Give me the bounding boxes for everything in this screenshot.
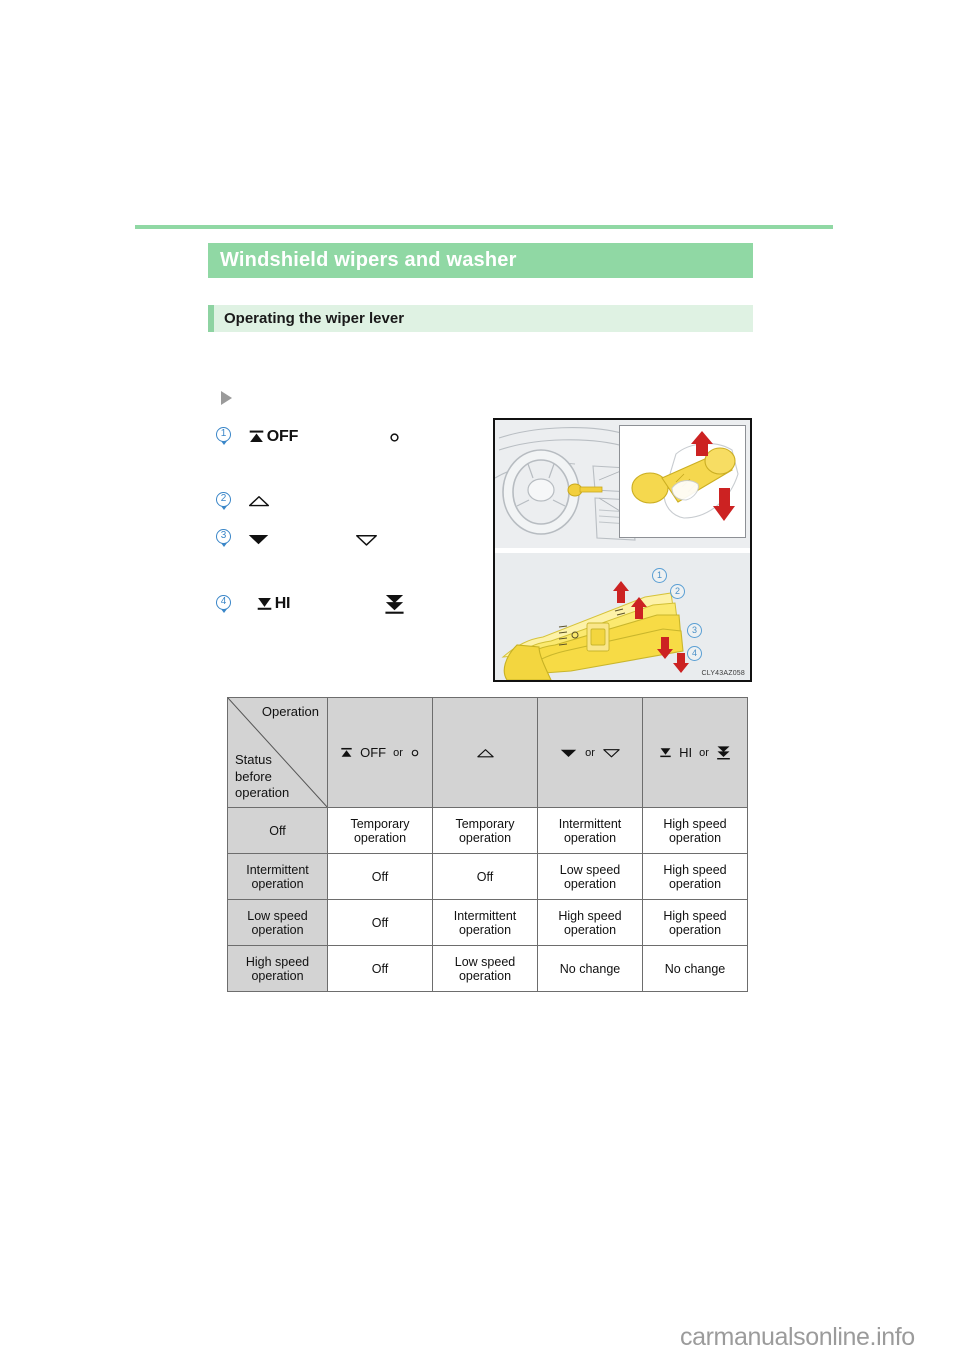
illustration-callout-2: 2 <box>670 584 685 599</box>
table-cell: Off <box>432 853 538 900</box>
double-chevron-down-icon <box>717 745 730 759</box>
site-watermark: carmanualsonline.info <box>680 1323 915 1351</box>
wiper-hi-icon <box>257 597 271 610</box>
wiper-hi-icon <box>660 748 671 758</box>
mist-circle-icon <box>390 432 399 442</box>
mist-circle-icon <box>411 749 419 756</box>
table-status-header-label: Status before operation <box>235 752 289 801</box>
illustration-callout-1: 1 <box>652 568 667 583</box>
table-cell: Off <box>327 899 433 946</box>
table-column-header-up <box>432 697 538 808</box>
table-column-header-down: or <box>537 697 643 808</box>
table-row: Off Temporary operation Temporary operat… <box>227 807 748 854</box>
status-line-1: Status <box>235 752 272 768</box>
illustration-lever-detail: 1 2 3 4 <box>495 553 750 680</box>
wiper-off-icon <box>341 747 352 757</box>
table-cell: High speed operation <box>642 853 748 900</box>
double-chevron-down-icon-box <box>378 588 411 620</box>
illustration-callout-3: 3 <box>687 623 702 638</box>
double-chevron-down-icon <box>385 594 404 614</box>
triangle-down-filled-icon <box>248 535 269 545</box>
table-cell: Temporary operation <box>327 807 433 854</box>
header-rule <box>135 225 833 229</box>
triangle-up-outline-icon <box>476 748 494 757</box>
table-cell: Temporary operation <box>432 807 538 854</box>
wiper-hi-label: HI <box>274 594 291 612</box>
illustration-hand-detail <box>619 425 746 538</box>
table-cell: High speed operation <box>642 899 748 946</box>
lever-position-number-1: 1 <box>216 427 231 442</box>
table-column-header-hi: HI or <box>642 697 748 808</box>
triangle-up-outline-icon <box>248 496 269 507</box>
table-row: Intermittent operation Off Off Low speed… <box>227 853 748 900</box>
triangle-down-filled-icon-box <box>242 525 275 553</box>
lever-position-number-2: 2 <box>216 492 231 507</box>
lever-positions-drawing <box>501 581 689 680</box>
table-cell: Intermittent operation <box>537 807 643 854</box>
illustration-reference-code: CLY43AZ058 <box>701 670 745 677</box>
mist-circle-icon-box <box>379 422 410 452</box>
wiper-off-label: OFF <box>266 427 299 445</box>
page-title: Windshield wipers and washer <box>220 249 517 271</box>
column-header-off-label: OFF <box>360 745 387 760</box>
subsection-title-bar: Operating the wiper lever <box>208 305 753 332</box>
wiper-hi-icon-box: HI <box>242 590 304 617</box>
triangle-down-filled-icon <box>560 749 577 757</box>
column-header-hi-label: HI <box>679 745 693 760</box>
subsection-title: Operating the wiper lever <box>224 310 405 327</box>
illustration-callout-4: 4 <box>687 646 702 661</box>
table-cell: High speed operation <box>537 899 643 946</box>
table-header-row: Operation Status before operation OFF or <box>227 697 748 808</box>
wiper-lever-illustration: 1 2 3 4 CLY43AZ058 <box>493 418 752 682</box>
column-header-or-1: or <box>393 746 403 759</box>
row-status-label: High speed operation <box>227 945 328 992</box>
column-header-or-4: or <box>699 746 709 759</box>
table-cell: No change <box>537 945 643 992</box>
row-status-label: Low speed operation <box>227 899 328 946</box>
table-row: High speed operation Off Low speed opera… <box>227 945 748 992</box>
lever-position-number-3: 3 <box>216 529 231 544</box>
table-cell: High speed operation <box>642 807 748 854</box>
table-cell: Low speed operation <box>432 945 538 992</box>
table-row: Low speed operation Off Intermittent ope… <box>227 899 748 946</box>
triangle-up-outline-icon-box <box>242 487 275 515</box>
hand-on-lever-drawing <box>631 431 739 521</box>
row-status-label: Intermittent operation <box>227 853 328 900</box>
table-operation-header-label: Operation <box>261 704 319 719</box>
status-line-3: operation <box>235 784 290 800</box>
triangle-bullet-icon <box>221 391 232 405</box>
wiper-operation-table: Operation Status before operation OFF or <box>227 697 748 992</box>
row-status-label: Off <box>227 807 328 854</box>
table-column-header-off: OFF or <box>327 697 433 808</box>
status-line-2: before <box>235 768 272 784</box>
wiper-off-icon <box>249 430 264 443</box>
triangle-down-outline-icon <box>355 534 377 546</box>
table-cell: No change <box>642 945 748 992</box>
table-cell: Low speed operation <box>537 853 643 900</box>
triangle-down-outline-icon <box>603 748 620 757</box>
column-header-or-3: or <box>585 746 595 759</box>
table-cell: Off <box>327 945 433 992</box>
table-cell: Intermittent operation <box>432 899 538 946</box>
table-body: Off Temporary operation Temporary operat… <box>227 807 748 992</box>
triangle-down-outline-icon-box <box>349 525 383 554</box>
wiper-off-icon-box: OFF <box>242 423 304 450</box>
lever-position-number-4: 4 <box>216 595 231 610</box>
section-title-bar: Windshield wipers and washer <box>208 243 753 278</box>
table-cell: Off <box>327 853 433 900</box>
table-corner-cell: Operation Status before operation <box>227 697 328 808</box>
